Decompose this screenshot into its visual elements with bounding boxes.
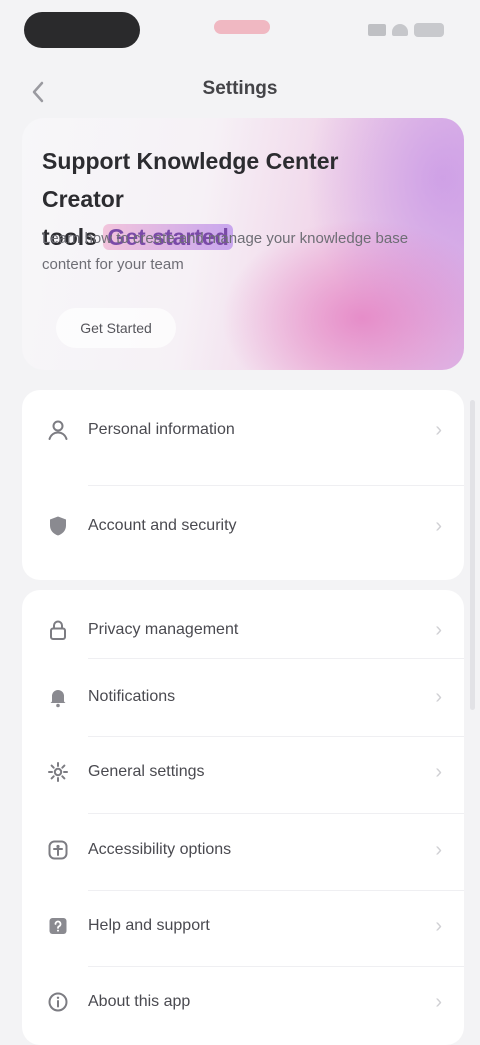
row-label: Account and security [88,517,237,534]
promo-banner[interactable]: Support Knowledge Center Creator tools G… [22,118,464,370]
user-icon [42,414,74,446]
lock-icon [42,614,74,646]
row-label: General settings [88,763,205,780]
row-about[interactable]: About this app › [22,962,464,1042]
row-label: Privacy management [88,621,239,638]
settings-group-account: Personal information › Account and secur… [22,390,464,580]
recording-indicator [214,20,270,34]
battery-icon [414,23,444,37]
chevron-right-icon: › [435,760,442,783]
row-personal-information[interactable]: Personal information › [22,390,464,470]
shield-icon [42,510,74,542]
dynamic-island [24,12,140,48]
row-label: Personal information [88,421,235,438]
get-started-button[interactable]: Get Started [56,308,176,348]
page-title: Settings [202,78,278,99]
wifi-icon [392,24,408,36]
status-icons [352,22,444,38]
row-label: Accessibility options [88,841,232,858]
chevron-left-icon [32,81,44,103]
chevron-right-icon: › [435,914,442,937]
back-button[interactable] [22,76,54,108]
row-label: About this app [88,993,191,1010]
gear-icon [42,756,74,788]
chevron-right-icon: › [435,418,442,441]
chevron-right-icon: › [435,514,442,537]
nav-header: Settings [0,62,480,118]
signal-icon [368,24,386,36]
chevron-right-icon: › [435,618,442,641]
banner-title-line1: Support Knowledge Center Creator [42,148,339,212]
row-account-security[interactable]: Account and security › [22,486,464,566]
chevron-right-icon: › [435,838,442,861]
info-icon [42,986,74,1018]
settings-group-general: Privacy management › Notifications › Gen… [22,590,464,1045]
bell-icon [42,681,74,713]
scrollbar[interactable] [470,400,475,710]
row-label: Help and support [88,917,210,934]
row-notifications[interactable]: Notifications › [22,657,464,737]
chevron-right-icon: › [435,990,442,1013]
chevron-right-icon: › [435,685,442,708]
accessibility-icon [42,834,74,866]
banner-description: Learn how to create and manage your know… [42,230,409,273]
row-label: Notifications [88,688,176,705]
row-help-support[interactable]: Help and support › [22,886,464,966]
status-bar [0,0,480,62]
row-general-settings[interactable]: General settings › [22,732,464,812]
row-accessibility[interactable]: Accessibility options › [22,810,464,890]
help-icon [42,910,74,942]
